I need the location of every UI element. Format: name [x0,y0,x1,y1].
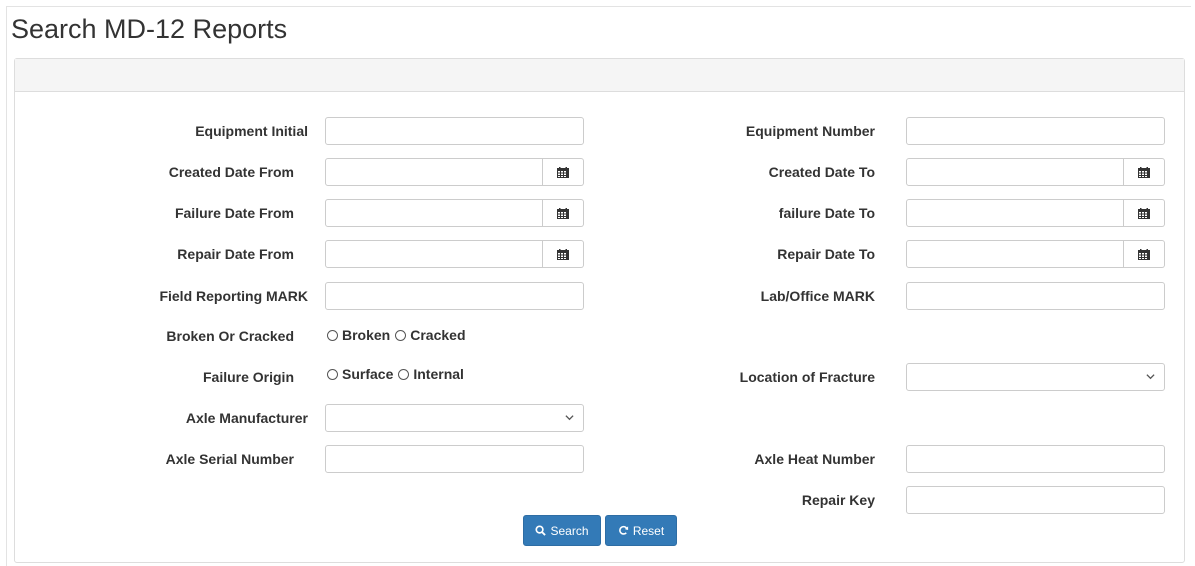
search-button[interactable]: Search [523,515,601,546]
search-icon [535,525,547,536]
failure-date-from-label: Failure Date From [174,205,294,221]
chevron-down-icon [565,415,574,421]
axle-serial-number-label: Axle Serial Number [165,451,294,467]
created-date-to-calendar-button[interactable] [1124,158,1165,186]
reset-button-label: Reset [632,523,665,538]
lab-office-mark-label: Lab/Office MARK [760,288,875,304]
page-title: Search MD-12 Reports [11,14,288,44]
surface-radio[interactable] [327,368,338,380]
created-date-from-label: Created Date From [168,164,294,180]
reset-button[interactable]: Reset [605,515,677,546]
surface-radio-option[interactable]: Surface [327,364,393,384]
repair-date-to-calendar-button[interactable] [1124,240,1165,268]
created-date-to-label: Created Date To [768,164,875,180]
cracked-radio[interactable] [395,329,407,341]
created-date-from-calendar-button[interactable] [543,158,584,186]
equipment-number-input[interactable] [906,117,1165,145]
calendar-icon [557,166,569,178]
failure-date-from-input[interactable] [325,199,543,227]
calendar-icon [1138,248,1150,260]
repair-date-to-input[interactable] [906,240,1124,268]
field-reporting-mark-label: Field Reporting MARK [159,288,308,304]
calendar-icon [1138,207,1150,219]
repair-key-input[interactable] [906,486,1165,514]
cracked-radio-label: Cracked [410,327,466,343]
broken-radio-label: Broken [342,327,391,343]
repair-key-label: Repair Key [801,492,875,508]
refresh-icon [618,525,628,535]
internal-radio[interactable] [398,368,410,380]
created-date-from-input[interactable] [325,158,543,186]
axle-heat-number-input[interactable] [906,445,1165,473]
failure-origin-label: Failure Origin [202,369,294,385]
location-of-fracture-label: Location of Fracture [739,369,875,385]
axle-manufacturer-label: Axle Manufacturer [185,410,308,426]
broken-radio[interactable] [327,329,338,341]
equipment-initial-label: Equipment Initial [195,123,308,139]
field-reporting-mark-input[interactable] [325,282,584,310]
repair-date-from-calendar-button[interactable] [543,240,584,268]
internal-radio-option[interactable]: Internal [398,364,464,384]
broken-radio-option[interactable]: Broken [327,325,390,345]
cracked-radio-option[interactable]: Cracked [395,325,466,345]
axle-manufacturer-select[interactable] [325,404,584,432]
failure-date-to-input[interactable] [906,199,1124,227]
axle-heat-number-label: Axle Heat Number [754,451,875,467]
calendar-icon [557,248,569,260]
failure-origin-radio-group: Surface Internal [327,364,469,384]
repair-date-from-label: Repair Date From [177,246,294,262]
chevron-down-icon [1146,374,1155,380]
search-button-label: Search [550,523,589,538]
broken-or-cracked-label: Broken Or Cracked [166,328,294,344]
created-date-to-input[interactable] [906,158,1124,186]
equipment-initial-input[interactable] [325,117,584,145]
failure-date-to-calendar-button[interactable] [1124,199,1165,227]
surface-radio-label: Surface [342,366,394,382]
calendar-icon [557,207,569,219]
failure-date-from-calendar-button[interactable] [543,199,584,227]
failure-date-to-label: failure Date To [778,205,875,221]
calendar-icon [1138,166,1150,178]
axle-serial-number-input[interactable] [325,445,584,473]
repair-date-from-input[interactable] [325,240,543,268]
internal-radio-label: Internal [413,366,464,382]
lab-office-mark-input[interactable] [906,282,1165,310]
broken-or-cracked-radio-group: Broken Cracked [327,325,471,345]
repair-date-to-label: Repair Date To [777,246,875,262]
location-of-fracture-select[interactable] [906,363,1165,391]
equipment-number-label: Equipment Number [745,123,875,139]
panel-heading [15,59,1184,92]
